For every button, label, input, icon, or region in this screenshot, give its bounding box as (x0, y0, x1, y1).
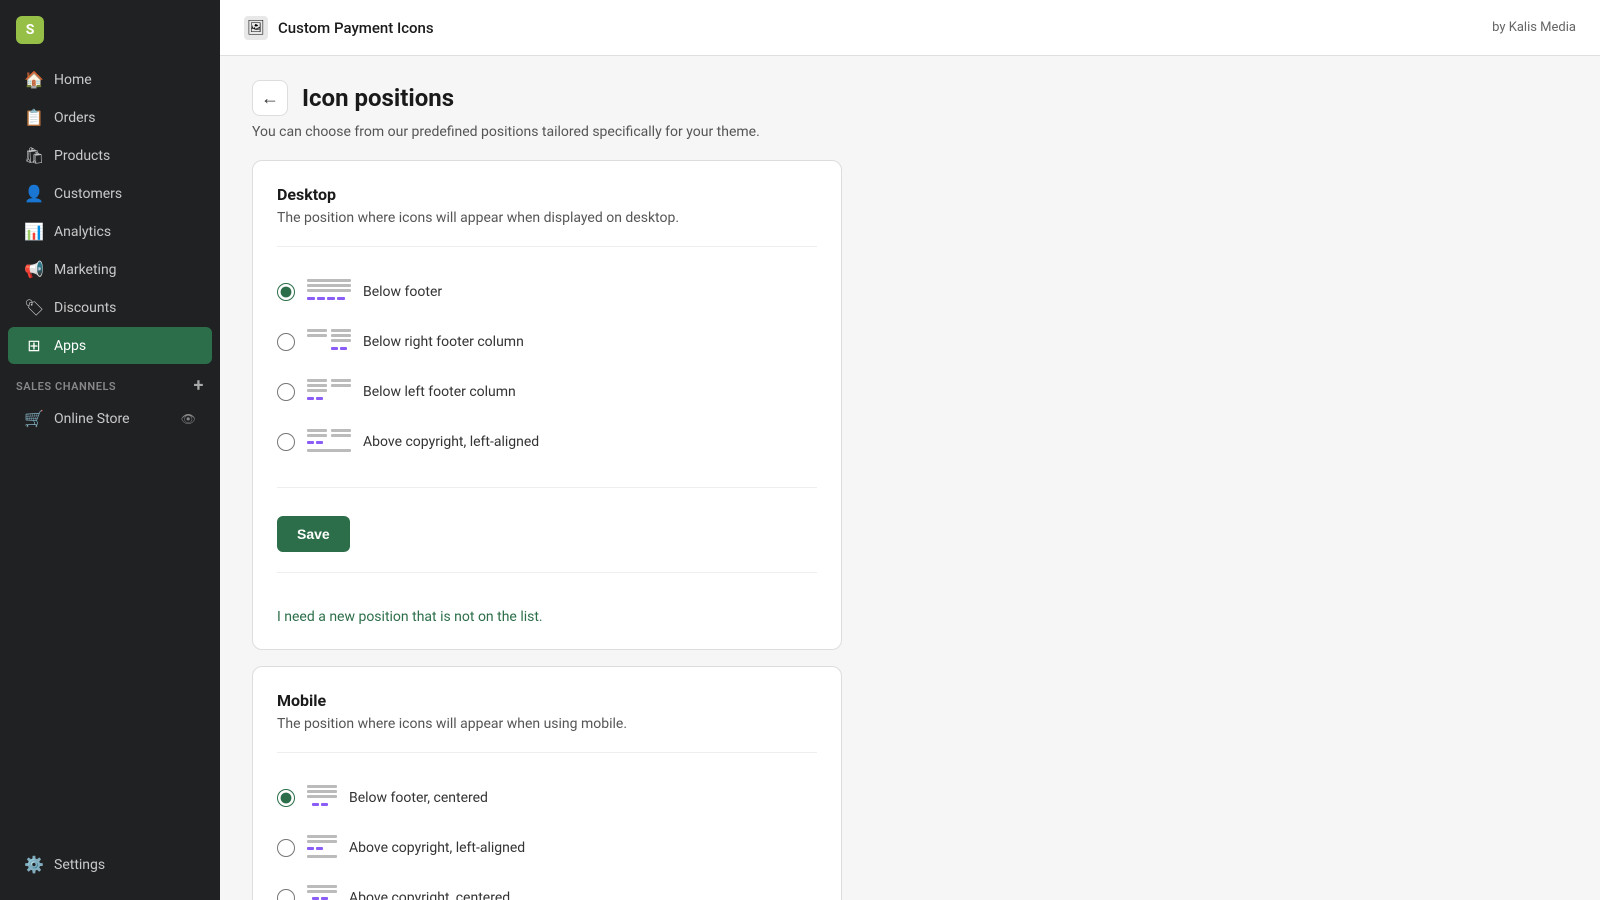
topbar-title: Custom Payment Icons (278, 19, 434, 37)
desktop-option-below-footer[interactable]: Below footer (277, 267, 817, 317)
sidebar: S 🏠 Home 📋 Orders 🛍 Products 👤 Customers… (0, 0, 220, 900)
desktop-radio-below-left-footer[interactable] (277, 383, 295, 401)
desktop-section-card: Desktop The position where icons will ap… (252, 160, 842, 650)
below-right-footer-icon (307, 327, 351, 357)
sidebar-item-label: Orders (54, 110, 96, 126)
marketing-icon: 📢 (24, 260, 44, 279)
sidebar-item-orders[interactable]: 📋 Orders (8, 99, 212, 136)
sidebar-item-analytics[interactable]: 📊 Analytics (8, 213, 212, 250)
mobile-above-copyright-left-icon (307, 833, 337, 863)
desktop-section-desc: The position where icons will appear whe… (277, 210, 817, 226)
mobile-option-label-above-copyright-centered: Above copyright, centered (349, 890, 510, 900)
page-subtitle: You can choose from our predefined posit… (252, 124, 1568, 140)
desktop-option-below-left-footer[interactable]: Below left footer column (277, 367, 817, 417)
back-button[interactable]: ← (252, 80, 288, 116)
sidebar-item-label: Settings (54, 857, 105, 873)
sidebar-item-marketing[interactable]: 📢 Marketing (8, 251, 212, 288)
sidebar-item-discounts[interactable]: 🏷 Discounts (8, 289, 212, 326)
sidebar-item-label: Products (54, 148, 110, 164)
desktop-option-label-above-copyright-left: Above copyright, left-aligned (363, 434, 539, 450)
desktop-save-divider (277, 572, 817, 573)
mobile-option-below-footer-centered[interactable]: Below footer, centered (277, 773, 817, 823)
mobile-section-card: Mobile The position where icons will app… (252, 666, 842, 900)
new-position-link[interactable]: I need a new position that is not on the… (277, 609, 543, 625)
page-header: ← Icon positions (252, 80, 1568, 116)
sidebar-item-products[interactable]: 🛍 Products (8, 137, 212, 174)
desktop-divider (277, 246, 817, 247)
desktop-options-divider (277, 487, 817, 488)
sidebar-item-settings[interactable]: ⚙️ Settings (8, 846, 212, 883)
sidebar-item-label: Marketing (54, 262, 117, 278)
desktop-radio-below-footer[interactable] (277, 283, 295, 301)
payment-icon-glyph: 🖼 (247, 20, 265, 36)
app-icon: 🖼 (244, 16, 268, 40)
desktop-radio-below-right-footer[interactable] (277, 333, 295, 351)
sidebar-item-label: Online Store (54, 411, 130, 427)
desktop-option-label-below-footer: Below footer (363, 284, 442, 300)
sidebar-item-home[interactable]: 🏠 Home (8, 61, 212, 98)
apps-icon: ⊞ (24, 336, 44, 355)
desktop-radio-above-copyright-left[interactable] (277, 433, 295, 451)
above-copyright-left-icon (307, 427, 351, 457)
mobile-section-desc: The position where icons will appear whe… (277, 716, 817, 732)
page-title: Icon positions (302, 84, 454, 112)
mobile-above-copyright-centered-icon (307, 883, 337, 900)
topbar: 🖼 Custom Payment Icons by Kalis Media (220, 0, 1600, 56)
below-left-footer-icon (307, 377, 351, 407)
sidebar-item-label: Home (54, 72, 92, 88)
mobile-radio-above-copyright-centered[interactable] (277, 889, 295, 900)
shopify-logo-icon: S (16, 16, 44, 44)
mobile-section-title: Mobile (277, 691, 817, 710)
online-store-visibility-icon[interactable]: 👁 (181, 412, 196, 426)
products-icon: 🛍 (24, 146, 44, 165)
orders-icon: 📋 (24, 108, 44, 127)
save-button[interactable]: Save (277, 516, 350, 552)
desktop-option-label-below-right: Below right footer column (363, 334, 524, 350)
sidebar-item-label: Discounts (54, 300, 116, 316)
mobile-divider (277, 752, 817, 753)
add-sales-channel-button[interactable]: + (194, 377, 204, 395)
home-icon: 🏠 (24, 70, 44, 89)
topbar-attribution: by Kalis Media (1492, 20, 1576, 35)
mobile-option-label-below-footer-centered: Below footer, centered (349, 790, 488, 806)
main-area: 🖼 Custom Payment Icons by Kalis Media ← … (220, 0, 1600, 900)
discounts-icon: 🏷 (24, 298, 44, 317)
mobile-option-above-copyright-centered[interactable]: Above copyright, centered (277, 873, 817, 900)
sidebar-item-label: Apps (54, 338, 86, 354)
mobile-below-footer-centered-icon (307, 783, 337, 813)
mobile-option-above-copyright-left[interactable]: Above copyright, left-aligned (277, 823, 817, 873)
customers-icon: 👤 (24, 184, 44, 203)
sidebar-item-apps[interactable]: ⊞ Apps (8, 327, 212, 364)
sales-channels-label: SALES CHANNELS + (0, 365, 220, 399)
desktop-option-above-copyright-left[interactable]: Above copyright, left-aligned (277, 417, 817, 467)
mobile-radio-above-copyright-left[interactable] (277, 839, 295, 857)
sidebar-item-label: Customers (54, 186, 122, 202)
topbar-left: 🖼 Custom Payment Icons (244, 16, 434, 40)
sidebar-item-label: Analytics (54, 224, 111, 240)
sidebar-logo: S (0, 0, 220, 52)
desktop-option-below-right-footer[interactable]: Below right footer column (277, 317, 817, 367)
sidebar-item-online-store[interactable]: 🛒 Online Store 👁 (8, 400, 212, 437)
below-footer-icon (307, 277, 351, 307)
sidebar-item-customers[interactable]: 👤 Customers (8, 175, 212, 212)
mobile-radio-below-footer-centered[interactable] (277, 789, 295, 807)
desktop-section-title: Desktop (277, 185, 817, 204)
sidebar-nav: 🏠 Home 📋 Orders 🛍 Products 👤 Customers 📊… (0, 52, 220, 837)
sidebar-bottom: ⚙️ Settings (0, 837, 220, 900)
page-content: ← Icon positions You can choose from our… (220, 56, 1600, 900)
desktop-option-label-below-left: Below left footer column (363, 384, 516, 400)
online-store-icon: 🛒 (24, 409, 44, 428)
mobile-option-label-above-copyright-left: Above copyright, left-aligned (349, 840, 525, 856)
settings-icon: ⚙️ (24, 855, 44, 874)
analytics-icon: 📊 (24, 222, 44, 241)
